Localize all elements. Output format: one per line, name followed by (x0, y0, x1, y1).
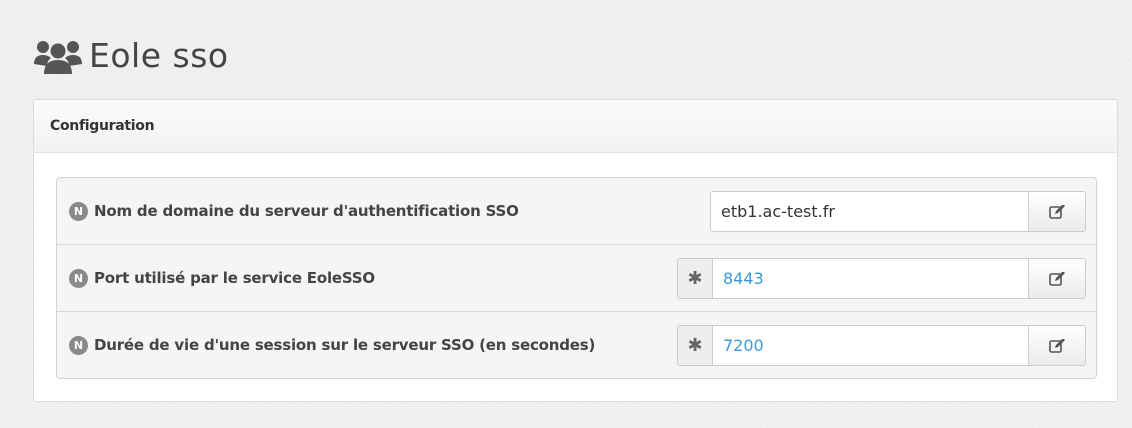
panel-heading: Configuration (34, 100, 1117, 153)
page-title: Eole sso (89, 36, 229, 75)
sso-port-input[interactable] (713, 259, 1028, 298)
n-badge-icon: N (69, 268, 88, 288)
form-box: N Nom de domaine du serveur d'authentifi… (56, 177, 1097, 379)
edit-icon (1049, 204, 1065, 219)
form-row-sso-domain: N Nom de domaine du serveur d'authentifi… (57, 178, 1096, 245)
users-icon (33, 37, 83, 75)
n-badge-icon: N (69, 201, 88, 221)
sso-domain-edit-button[interactable] (1028, 192, 1085, 231)
form-row-session-lifetime: N Durée de vie d'une session sur le serv… (57, 312, 1096, 378)
sso-domain-label: Nom de domaine du serveur d'authentifica… (94, 202, 519, 220)
sso-domain-input-group (710, 191, 1086, 232)
panel-title: Configuration (50, 118, 155, 134)
row-label: N Port utilisé par le service EoleSSO (57, 268, 375, 288)
sso-port-input-group: ✱ (677, 258, 1086, 299)
form-row-sso-port: N Port utilisé par le service EoleSSO ✱ (57, 245, 1096, 312)
session-lifetime-input[interactable] (713, 326, 1028, 365)
row-label: N Durée de vie d'une session sur le serv… (57, 335, 596, 355)
asterisk-icon: ✱ (678, 259, 713, 298)
session-lifetime-label: Durée de vie d'une session sur le serveu… (94, 336, 596, 354)
session-lifetime-input-group: ✱ (677, 325, 1086, 366)
edit-icon (1049, 271, 1065, 286)
row-label: N Nom de domaine du serveur d'authentifi… (57, 201, 519, 221)
asterisk-icon: ✱ (678, 326, 713, 365)
sso-port-edit-button[interactable] (1028, 259, 1085, 298)
sso-domain-input[interactable] (711, 192, 1028, 231)
page-header: Eole sso (33, 36, 229, 75)
sso-port-label: Port utilisé par le service EoleSSO (94, 269, 375, 287)
session-lifetime-edit-button[interactable] (1028, 326, 1085, 365)
n-badge-icon: N (69, 335, 88, 355)
edit-icon (1049, 338, 1065, 353)
configuration-panel: Configuration N Nom de domaine du serveu… (33, 99, 1118, 402)
